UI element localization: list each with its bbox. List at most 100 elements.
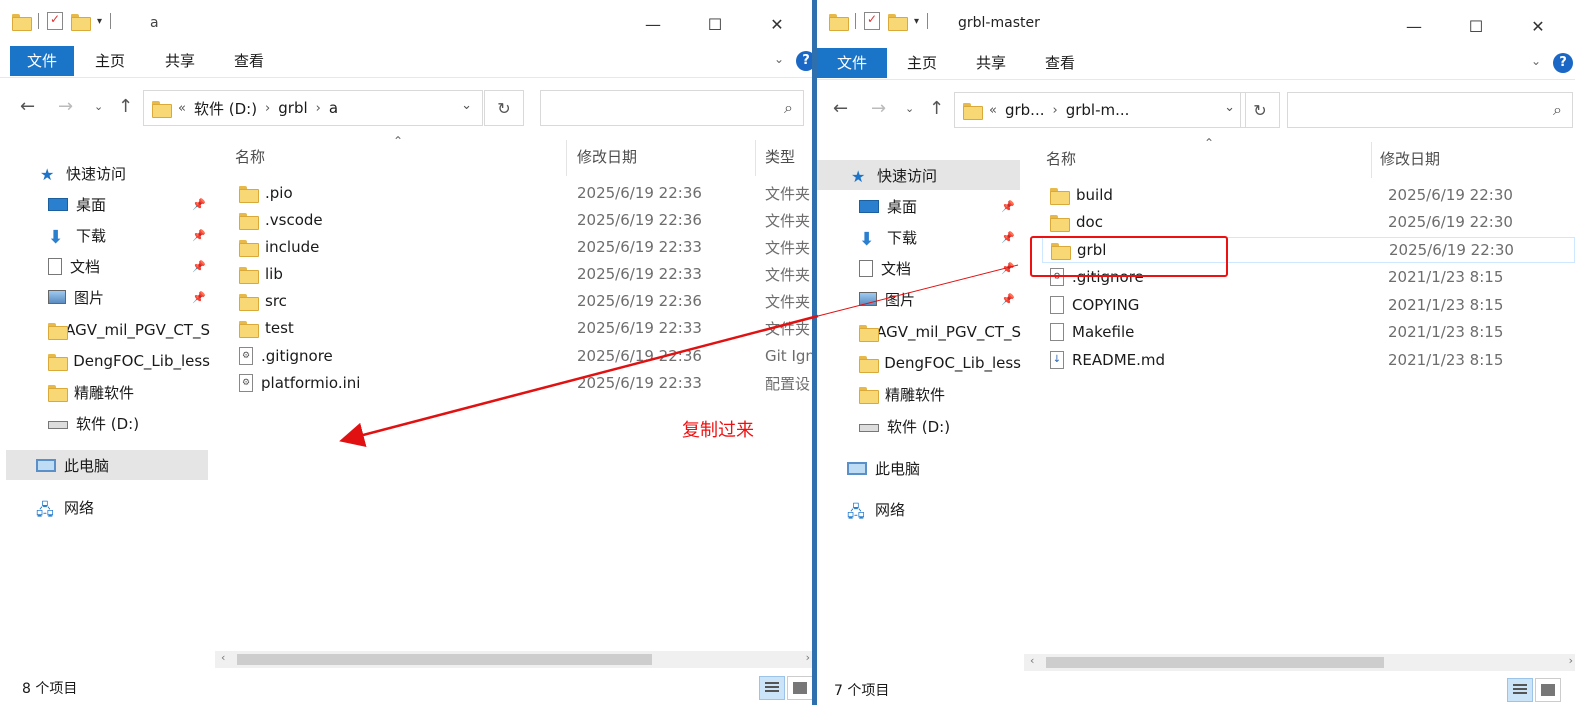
new-folder-icon[interactable] <box>71 13 91 31</box>
tab-share[interactable]: 共享 <box>963 48 1019 78</box>
table-row[interactable]: test 2025/6/19 22:33 文件夹 <box>239 315 812 341</box>
scroll-left-icon[interactable]: ‹ <box>1030 654 1034 667</box>
pin-icon[interactable]: 📌 <box>1001 293 1015 306</box>
nav-item-pictures[interactable]: 图片 📌 <box>859 284 1019 314</box>
address-bar[interactable]: « 软件 (D:) › grbl › a ⌄ <box>143 90 483 126</box>
refresh-button[interactable]: ↻ <box>484 90 524 126</box>
tab-view[interactable]: 查看 <box>221 46 277 76</box>
expand-ribbon-icon[interactable]: ⌄ <box>1531 54 1541 68</box>
column-divider[interactable] <box>566 140 567 176</box>
minimize-button[interactable]: — <box>622 8 684 40</box>
nav-network[interactable]: 🖧 网络 <box>847 494 905 524</box>
back-button[interactable]: ← <box>20 96 35 117</box>
large-icons-view-button[interactable] <box>1535 678 1561 702</box>
column-divider[interactable] <box>1371 142 1372 178</box>
table-row[interactable]: .pio 2025/6/19 22:36 文件夹 <box>239 180 812 206</box>
recent-locations-button[interactable]: ⌄ <box>905 102 914 115</box>
customize-toolbar-icon[interactable]: ▾ <box>914 16 919 27</box>
tab-file[interactable]: 文件 <box>10 46 74 76</box>
help-icon[interactable]: ? <box>796 51 812 71</box>
minimize-button[interactable]: — <box>1383 10 1445 42</box>
back-button[interactable]: ← <box>833 98 848 119</box>
tab-home[interactable]: 主页 <box>894 48 950 78</box>
nav-item-folder[interactable]: AGV_mil_PGV_CT_S <box>859 317 1021 347</box>
nav-item-drive-d[interactable]: 软件 (D:) <box>859 411 1021 441</box>
breadcrumb-item[interactable]: a <box>329 99 338 117</box>
close-button[interactable]: ✕ <box>746 8 808 40</box>
pin-icon[interactable]: 📌 <box>192 229 206 242</box>
search-input[interactable]: ⌕ <box>540 90 804 126</box>
scrollbar-thumb[interactable] <box>1046 657 1384 668</box>
column-header-name[interactable]: 名称 <box>1046 148 1076 169</box>
breadcrumb-item[interactable]: grb... <box>1005 101 1045 119</box>
scroll-left-icon[interactable]: ‹ <box>221 651 225 664</box>
nav-item-folder[interactable]: DengFOC_Lib_less <box>48 346 210 376</box>
table-row[interactable]: COPYING 2021/1/23 8:15 <box>1050 292 1575 318</box>
nav-item-downloads[interactable]: ⬇ 下载 📌 <box>859 222 1019 252</box>
tab-file[interactable]: 文件 <box>817 48 887 78</box>
table-row[interactable]: src 2025/6/19 22:36 文件夹 <box>239 288 812 314</box>
customize-toolbar-icon[interactable]: ▾ <box>97 16 102 27</box>
nav-quick-access[interactable]: ★ 快速访问 <box>817 160 1020 190</box>
breadcrumb-item[interactable]: grbl-m... <box>1066 101 1130 119</box>
title-bar[interactable]: ▾ grbl-master — ☐ ✕ <box>817 0 1575 46</box>
nav-item-documents[interactable]: 文档 📌 <box>48 251 208 281</box>
scroll-right-icon[interactable]: › <box>806 651 810 664</box>
maximize-button[interactable]: ☐ <box>1445 10 1507 42</box>
recent-locations-button[interactable]: ⌄ <box>94 100 103 113</box>
pin-icon[interactable]: 📌 <box>192 260 206 273</box>
nav-item-downloads[interactable]: ⬇ 下载 📌 <box>48 220 208 250</box>
pin-icon[interactable]: 📌 <box>192 291 206 304</box>
up-button[interactable]: ↑ <box>929 98 944 119</box>
properties-icon[interactable] <box>864 12 880 30</box>
breadcrumb-item[interactable]: grbl <box>278 99 307 117</box>
address-dropdown-icon[interactable]: ⌄ <box>461 98 472 113</box>
pin-icon[interactable]: 📌 <box>1001 200 1015 213</box>
horizontal-scrollbar[interactable]: ‹ › <box>1024 654 1575 671</box>
column-header-type[interactable]: 类型 <box>765 146 795 167</box>
pin-icon[interactable]: 📌 <box>192 198 206 211</box>
column-header-date[interactable]: 修改日期 <box>577 146 637 167</box>
nav-item-drive-d[interactable]: 软件 (D:) <box>48 408 210 438</box>
nav-item-desktop[interactable]: 桌面 📌 <box>859 191 1019 221</box>
properties-icon[interactable] <box>47 12 63 30</box>
chevron-right-icon[interactable]: › <box>1052 103 1057 118</box>
search-input[interactable]: ⌕ <box>1287 92 1573 128</box>
nav-this-pc[interactable]: 此电脑 <box>847 453 920 483</box>
scrollbar-thumb[interactable] <box>237 654 652 665</box>
address-bar[interactable]: « grb... › grbl-m... ⌄ <box>954 92 1246 128</box>
tab-view[interactable]: 查看 <box>1032 48 1088 78</box>
expand-ribbon-icon[interactable]: ⌄ <box>774 52 784 66</box>
breadcrumb-overflow[interactable]: « <box>178 101 186 116</box>
new-folder-icon[interactable] <box>888 13 908 31</box>
forward-button[interactable]: → <box>58 96 73 117</box>
scroll-right-icon[interactable]: › <box>1569 654 1573 667</box>
breadcrumb-overflow[interactable]: « <box>989 103 997 118</box>
details-view-button[interactable] <box>1507 678 1533 702</box>
column-header-date[interactable]: 修改日期 <box>1380 148 1440 169</box>
nav-item-folder[interactable]: 精雕软件 <box>48 377 210 407</box>
title-bar[interactable]: ▾ a — ☐ ✕ <box>0 0 812 46</box>
table-row[interactable]: ↓ README.md 2021/1/23 8:15 <box>1050 347 1575 373</box>
refresh-button[interactable]: ↻ <box>1240 92 1280 128</box>
tab-home[interactable]: 主页 <box>82 46 138 76</box>
large-icons-view-button[interactable] <box>787 676 812 700</box>
up-button[interactable]: ↑ <box>118 96 133 117</box>
horizontal-scrollbar[interactable]: ‹ › <box>215 651 812 668</box>
nav-this-pc[interactable]: 此电脑 <box>6 450 208 480</box>
maximize-button[interactable]: ☐ <box>684 8 746 40</box>
help-icon[interactable]: ? <box>1553 53 1573 73</box>
table-row[interactable]: lib 2025/6/19 22:33 文件夹 <box>239 261 812 287</box>
nav-item-pictures[interactable]: 图片 📌 <box>48 282 208 312</box>
column-divider[interactable] <box>755 140 756 176</box>
nav-item-folder[interactable]: DengFOC_Lib_less <box>859 348 1021 378</box>
close-button[interactable]: ✕ <box>1507 10 1569 42</box>
chevron-right-icon[interactable]: › <box>316 101 321 116</box>
table-row[interactable]: .vscode 2025/6/19 22:36 文件夹 <box>239 207 812 233</box>
nav-item-folder[interactable]: AGV_mil_PGV_CT_S <box>48 315 210 345</box>
address-dropdown-icon[interactable]: ⌄ <box>1224 100 1235 115</box>
nav-item-documents[interactable]: 文档 📌 <box>859 253 1019 283</box>
column-header-name[interactable]: 名称 <box>235 146 265 167</box>
table-row[interactable]: build 2025/6/19 22:30 <box>1050 182 1575 208</box>
forward-button[interactable]: → <box>871 98 886 119</box>
